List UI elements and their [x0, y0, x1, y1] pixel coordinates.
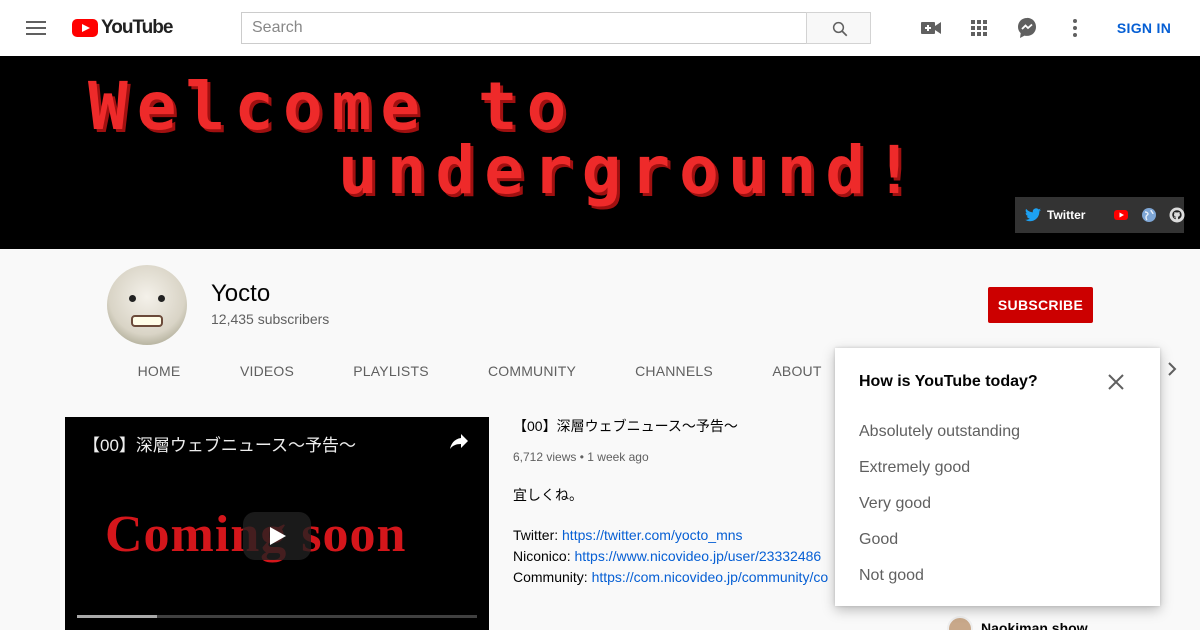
upload-age: 1 week ago: [587, 450, 649, 464]
search-input[interactable]: [241, 12, 807, 44]
create-video-icon[interactable]: [919, 16, 943, 40]
youtube-logo[interactable]: YouTube: [72, 17, 173, 39]
video-player[interactable]: 【00】深層ウェブニュース～予告～ Coming soon: [65, 417, 489, 630]
survey-option-extremely-good[interactable]: Extremely good: [859, 459, 970, 477]
desc-link-line: Niconico: https://www.nicovideo.jp/user/…: [513, 548, 821, 564]
tab-home[interactable]: HOME: [107, 348, 211, 393]
survey-option-very-good[interactable]: Very good: [859, 495, 931, 513]
view-count: 6,712 views: [513, 450, 577, 464]
website-globe-icon[interactable]: [1141, 207, 1157, 223]
player-title: 【00】深層ウェブニュース～予告～: [83, 436, 357, 455]
tab-community[interactable]: COMMUNITY: [477, 348, 587, 393]
masthead: YouTube SIGN IN: [0, 0, 1200, 56]
sign-in-button[interactable]: SIGN IN: [1104, 12, 1184, 44]
avatar-teeth: [131, 315, 163, 327]
tab-channels[interactable]: CHANNELS: [627, 348, 721, 393]
survey-popup: How is YouTube today? Absolutely outstan…: [835, 348, 1160, 606]
chevron-right-icon[interactable]: [1160, 357, 1184, 381]
twitter-icon: [1025, 208, 1041, 222]
twitter-url-link[interactable]: https://twitter.com/yocto_mns: [562, 527, 743, 543]
banner-text-line2: underground!: [338, 132, 923, 209]
search-icon: [832, 21, 848, 37]
desc-link-label: Community:: [513, 569, 592, 585]
featured-channel-name[interactable]: Naokiman show: [981, 620, 1088, 630]
community-url-link[interactable]: https://com.nicovideo.jp/community/co: [592, 569, 829, 585]
banner-links: Twitter: [1015, 197, 1185, 233]
desc-link-label: Twitter:: [513, 527, 563, 543]
niconico-url-link[interactable]: https://www.nicovideo.jp/user/23332486: [574, 548, 821, 564]
tab-about[interactable]: ABOUT: [763, 348, 831, 393]
play-button[interactable]: [243, 512, 311, 560]
video-title[interactable]: 【00】深層ウェブニュース～予告～: [513, 416, 738, 436]
tab-playlists[interactable]: PLAYLISTS: [341, 348, 441, 393]
survey-title: How is YouTube today?: [859, 373, 1038, 390]
more-vert-icon[interactable]: [1063, 16, 1087, 40]
youtube-link-icon[interactable]: [1113, 207, 1129, 223]
survey-option-not-good[interactable]: Not good: [859, 567, 924, 585]
desc-link-line: Community: https://com.nicovideo.jp/comm…: [513, 569, 828, 585]
subscribe-button[interactable]: SUBSCRIBE: [988, 287, 1093, 323]
desc-link-line: Twitter: https://twitter.com/yocto_mns: [513, 527, 743, 543]
channel-avatar[interactable]: [107, 265, 187, 345]
survey-option-good[interactable]: Good: [859, 531, 898, 549]
progress-fill: [77, 615, 157, 618]
apps-grid-icon[interactable]: [967, 16, 991, 40]
survey-option-absolutely-outstanding[interactable]: Absolutely outstanding: [859, 423, 1020, 441]
subscriber-count: 12,435 subscribers: [211, 311, 330, 327]
search-button[interactable]: [806, 12, 871, 44]
logo-text: YouTube: [101, 17, 173, 38]
channel-banner: Welcome to underground! Twitter: [0, 56, 1200, 249]
close-icon[interactable]: [1104, 370, 1128, 394]
video-meta: 6,712 views • 1 week ago: [513, 450, 649, 464]
messages-icon[interactable]: [1015, 16, 1039, 40]
featured-channel-avatar[interactable]: [947, 616, 973, 630]
desc-link-label: Niconico:: [513, 548, 575, 564]
github-icon[interactable]: [1169, 207, 1185, 223]
twitter-link-label: Twitter: [1047, 208, 1086, 222]
channel-name: Yocto: [211, 280, 271, 307]
youtube-play-icon: [72, 19, 98, 37]
avatar-eye-right: [158, 295, 165, 302]
progress-bar[interactable]: [77, 615, 477, 618]
menu-icon[interactable]: [24, 18, 48, 38]
avatar-eye-left: [129, 295, 136, 302]
tab-videos[interactable]: VIDEOS: [227, 348, 307, 393]
video-description: 宜しくね。: [513, 487, 583, 503]
twitter-link[interactable]: Twitter: [1025, 208, 1085, 222]
share-icon[interactable]: [447, 429, 471, 453]
